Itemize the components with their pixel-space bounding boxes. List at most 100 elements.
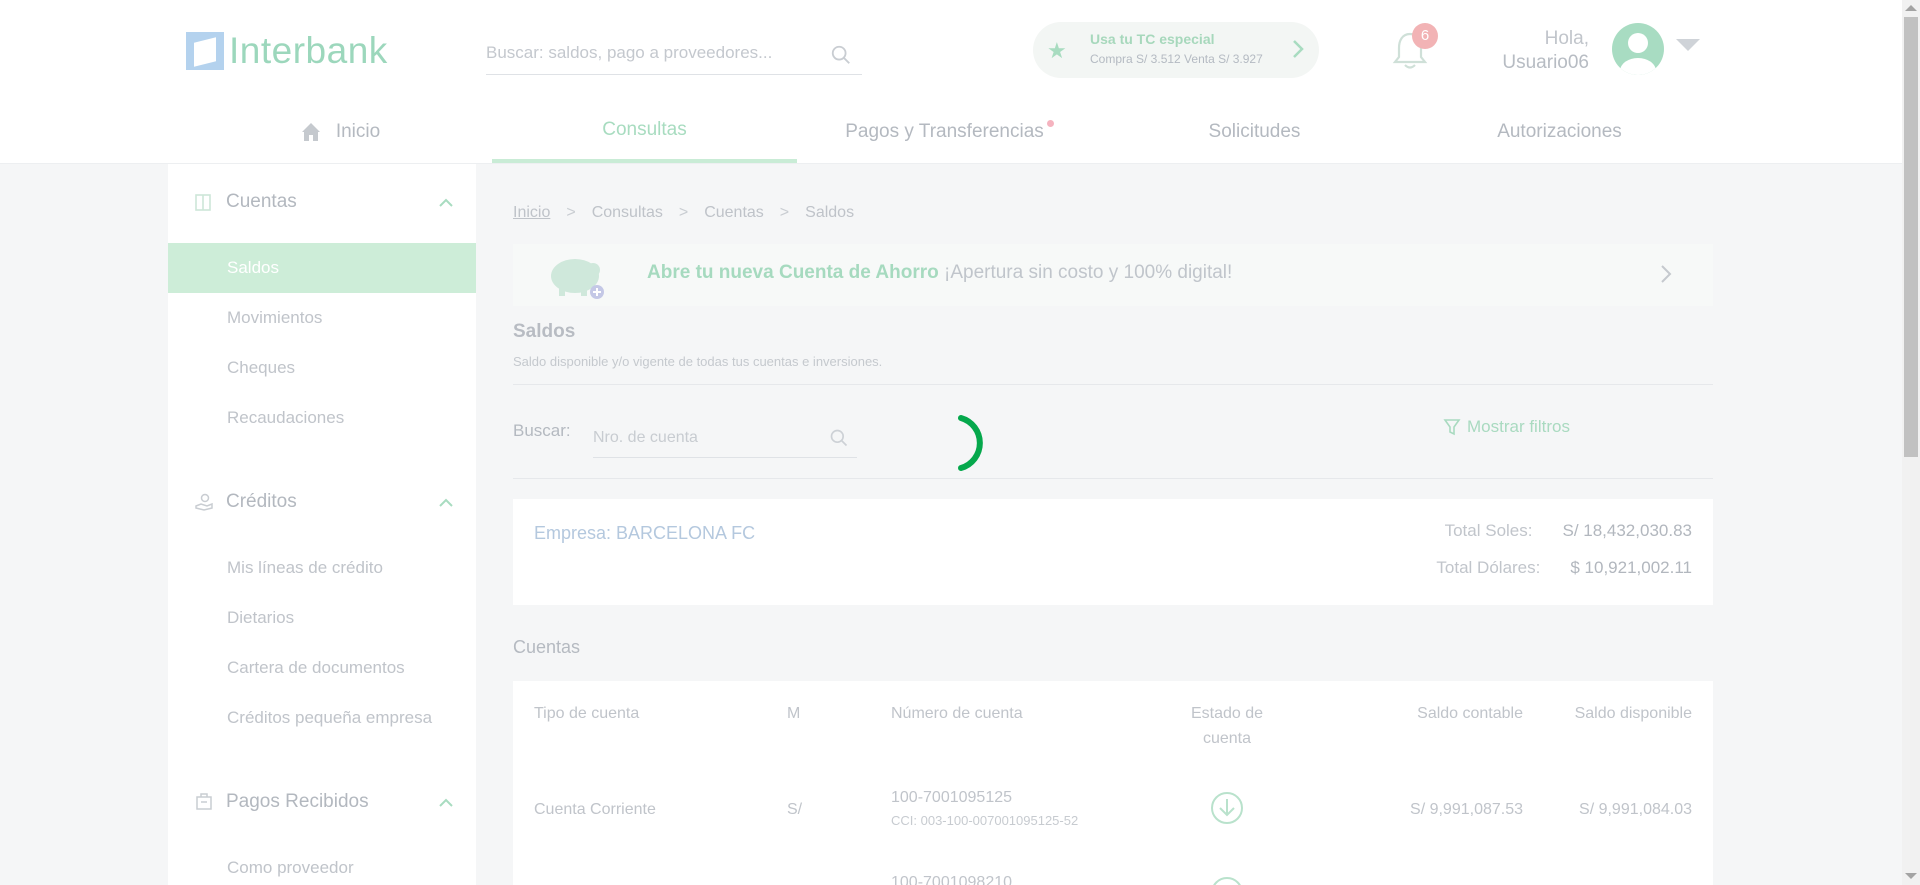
promo-banner[interactable]: Abre tu nueva Cuenta de Ahorro ¡Apertura… [513, 244, 1713, 306]
logo-mark-icon [186, 32, 224, 70]
nav-tab-solicitudes[interactable]: Solicitudes [1102, 100, 1407, 163]
download-icon[interactable] [1209, 875, 1245, 885]
column-header-saldo-contable: Saldo contable [1417, 705, 1523, 722]
scrollbar-thumb[interactable] [1904, 17, 1918, 457]
user-icon [1620, 33, 1656, 75]
nav-tab-pagos[interactable]: Pagos y Transferencias [797, 100, 1102, 163]
scroll-up-arrow-icon[interactable] [1905, 5, 1917, 11]
total-dolares-value: $ 10,921,002.11 [1570, 558, 1692, 577]
piggy-bank-icon [551, 259, 604, 299]
cell-numero[interactable]: 100-7001098210 [891, 874, 1012, 885]
cell-cci: CCI: 003-100-007001095125-52 [891, 813, 1079, 828]
cell-saldo-disponible: S/ 9,991,084.03 [1579, 801, 1692, 818]
star-icon: ★ [1047, 38, 1067, 63]
sidebar-item-recaudaciones[interactable]: Recaudaciones [168, 393, 476, 443]
nav-tab-label: Pagos y Transferencias [845, 120, 1044, 142]
sidebar-item-saldos[interactable]: Saldos [168, 243, 476, 293]
sidebar-item-creditos-pequena-empresa[interactable]: Créditos pequeña empresa [168, 693, 476, 743]
cell-tipo: Cuenta Corriente [534, 801, 656, 818]
accounts-table: Tipo de cuenta M Número de cuenta Estado… [513, 681, 1713, 885]
search-icon[interactable] [830, 44, 852, 66]
show-filters-button[interactable]: Mostrar filtros [1443, 417, 1570, 437]
nav-tab-label: Inicio [335, 120, 381, 142]
chevron-up-icon [439, 198, 453, 207]
sidebar-section-pagos-recibidos[interactable]: Pagos Recibidos [168, 778, 476, 826]
download-icon[interactable] [1209, 790, 1245, 826]
filter-icon [1443, 419, 1461, 436]
page-subtitle: Saldo disponible y/o vigente de todas tu… [513, 354, 883, 369]
nav-tab-label: Consultas [602, 118, 687, 140]
nav-tab-label: Solicitudes [1208, 120, 1301, 142]
nav-tab-consultas[interactable]: Consultas [492, 100, 797, 163]
total-dolares-label: Total Dólares: [1436, 558, 1541, 577]
scroll-down-arrow-icon[interactable] [1905, 873, 1917, 879]
column-header-estado: Estado de cuenta [1167, 701, 1287, 751]
breadcrumb: Inicio > Consultas > Cuentas > Saldos [513, 204, 854, 222]
company-name: Empresa: BARCELONA FC [534, 523, 756, 543]
total-soles-value: S/ 18,432,030.83 [1562, 521, 1692, 540]
company-summary-card: Empresa: BARCELONA FC Total Soles: S/ 18… [513, 499, 1713, 605]
search-label: Buscar: [513, 421, 571, 440]
sidebar-item-cheques[interactable]: Cheques [168, 343, 476, 393]
column-header-estado-line2: cuenta [1202, 730, 1252, 747]
chevron-down-icon[interactable] [1676, 39, 1700, 51]
total-dolares: Total Dólares: $ 10,921,002.11 [1436, 558, 1692, 578]
account-search [593, 416, 857, 458]
sidebar-item-lineas-credito[interactable]: Mis líneas de crédito [168, 543, 476, 593]
breadcrumb-saldos: Saldos [805, 204, 855, 221]
loading-spinner-icon [958, 415, 983, 471]
sidebar-section-creditos[interactable]: Créditos [168, 478, 476, 526]
chevron-right-icon: > [779, 204, 790, 221]
page-title: Saldos [513, 321, 576, 342]
cell-numero[interactable]: 100-7001095125 [891, 789, 1012, 807]
chevron-right-icon [1293, 40, 1304, 58]
sidebar-section-title: Pagos Recibidos [226, 791, 369, 812]
interbank-logo[interactable]: Interbank [186, 30, 388, 72]
column-header-moneda: M [787, 705, 801, 722]
chevron-right-icon: > [678, 204, 689, 221]
nav-tab-label: Autorizaciones [1497, 120, 1622, 142]
sidebar-item-cartera-documentos[interactable]: Cartera de documentos [168, 643, 476, 693]
breadcrumb-inicio[interactable]: Inicio [513, 204, 550, 222]
tc-rates: Compra S/ 3.512 Venta S/ 3.927 [1090, 52, 1263, 66]
column-header-tipo: Tipo de cuenta [534, 705, 640, 722]
divider [513, 478, 1713, 479]
chevron-right-icon [1661, 265, 1672, 283]
divider [513, 384, 1713, 385]
user-greeting: Hola, Usuario06 [1440, 27, 1589, 75]
sidebar-item-como-proveedor[interactable]: Como proveedor [168, 843, 476, 885]
nav-tab-inicio[interactable]: Inicio [190, 100, 490, 163]
chevron-right-icon: > [566, 204, 576, 221]
sidebar-item-dietarios[interactable]: Dietarios [168, 593, 476, 643]
greeting-text: Hola, [1544, 28, 1589, 49]
sidebar: Cuentas Saldos Movimientos Cheques Recau… [168, 164, 476, 885]
sidebar-item-movimientos[interactable]: Movimientos [168, 293, 476, 343]
column-header-saldo-disponible: Saldo disponible [1574, 705, 1692, 722]
notification-badge: 6 [1412, 23, 1438, 49]
sidebar-section-title: Cuentas [226, 191, 297, 212]
receipt-icon [196, 793, 212, 810]
book-icon [195, 194, 211, 211]
new-indicator-dot [1046, 120, 1054, 127]
account-search-input[interactable] [593, 420, 813, 456]
nav-tab-autorizaciones[interactable]: Autorizaciones [1407, 100, 1712, 163]
total-soles-label: Total Soles: [1444, 521, 1533, 540]
promo-text: Abre tu nueva Cuenta de Ahorro ¡Apertura… [647, 262, 1232, 284]
tc-especial-banner[interactable]: ★ Usa tu TC especial Compra S/ 3.512 Ven… [1033, 22, 1319, 78]
column-header-estado-line1: Estado de [1190, 705, 1264, 722]
search-icon[interactable] [829, 428, 849, 448]
global-search [486, 38, 862, 75]
show-filters-label: Mostrar filtros [1467, 417, 1570, 436]
cell-saldo-contable: S/ 9,991,087.53 [1410, 801, 1523, 818]
breadcrumb-consultas: Consultas [591, 204, 663, 221]
tc-title: Usa tu TC especial [1090, 31, 1215, 47]
column-header-numero: Número de cuenta [891, 705, 1023, 722]
sidebar-section-cuentas[interactable]: Cuentas [168, 178, 476, 226]
cell-moneda: S/ [787, 801, 803, 818]
avatar[interactable] [1612, 23, 1664, 75]
chevron-up-icon [439, 498, 453, 507]
global-search-input[interactable] [486, 38, 816, 68]
logo-text: Interbank [229, 30, 388, 71]
user-name: Usuario06 [1502, 52, 1589, 73]
promo-bold: Abre tu nueva Cuenta de Ahorro [647, 262, 939, 283]
